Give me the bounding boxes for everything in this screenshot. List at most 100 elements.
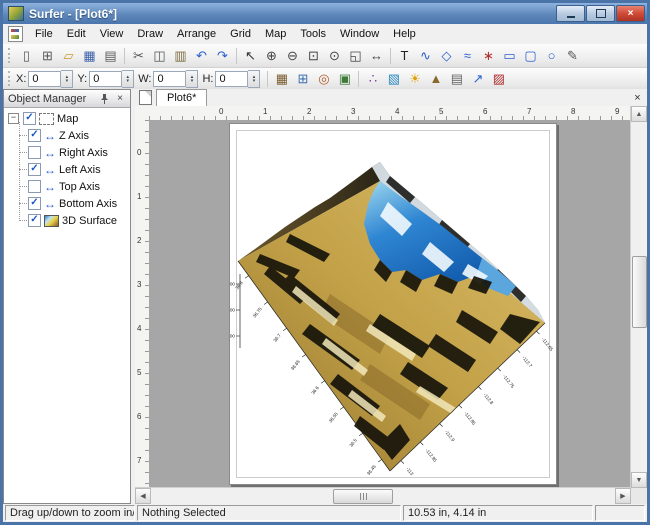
object-manager-header[interactable]: Object Manager ×	[4, 90, 130, 108]
new-contour-map-button[interactable]: ◎	[313, 69, 334, 89]
scroll-up-button[interactable]: ▲	[631, 106, 647, 122]
pin-icon[interactable]	[96, 91, 112, 106]
horizontal-scroll-thumb[interactable]	[333, 489, 393, 504]
new-3d-wireframe-button[interactable]: ▤	[446, 69, 467, 89]
plot-document-icon[interactable]	[8, 26, 23, 42]
visibility-checkbox[interactable]: ✓	[28, 197, 41, 210]
field-spinner[interactable]: ▴▾	[248, 70, 260, 88]
new-image-map-button[interactable]: ▨	[488, 69, 509, 89]
pan-button[interactable]: ↔	[366, 46, 387, 66]
menu-window[interactable]: Window	[333, 25, 386, 43]
scroll-right-button[interactable]: ▶	[615, 488, 631, 504]
zoom-in-button[interactable]: ⊕	[261, 46, 282, 66]
ellipse-button[interactable]: ○	[541, 46, 562, 66]
menu-help[interactable]: Help	[386, 25, 423, 43]
tree-item-3d-surface[interactable]: ✓ 3D Surface	[6, 212, 130, 229]
new-post-map-button[interactable]: ∴	[362, 69, 383, 89]
field-spinner[interactable]: ▴▾	[122, 70, 134, 88]
save-button[interactable]: ▦	[79, 46, 100, 66]
zoom-out-button[interactable]: ⊖	[282, 46, 303, 66]
new-base-map-button[interactable]: ▣	[334, 69, 355, 89]
new-plot-button[interactable]: ▯	[16, 46, 37, 66]
toolbar-grip[interactable]	[8, 48, 13, 63]
new-color-relief-map-button[interactable]: ▧	[383, 69, 404, 89]
new-3d-surface-button[interactable]: ▲	[425, 69, 446, 89]
open-button[interactable]: ▱	[58, 46, 79, 66]
tree-item-map[interactable]: −✓Map	[6, 110, 130, 127]
plot-canvas[interactable]: 36.836.7536.736.6536.636.5536.536.45-113…	[149, 120, 631, 488]
axis-tick-label: 36.55	[328, 411, 339, 423]
visibility-checkbox[interactable]	[28, 180, 41, 193]
tab-plot6[interactable]: Plot6*	[156, 89, 207, 106]
field-input[interactable]: 0	[215, 71, 248, 87]
visibility-checkbox[interactable]: ✓	[28, 163, 41, 176]
ruler-number: 5	[439, 107, 443, 116]
new-vector-map-button[interactable]: ↗	[467, 69, 488, 89]
panel-close-button[interactable]: ×	[112, 91, 128, 106]
visibility-checkbox[interactable]	[28, 146, 41, 159]
zoom-realtime-button[interactable]: ⊙	[324, 46, 345, 66]
reshape-button[interactable]: ✎	[562, 46, 583, 66]
symbol-button[interactable]: ∗	[478, 46, 499, 66]
maximize-button[interactable]	[586, 5, 615, 22]
menu-draw[interactable]: Draw	[130, 25, 170, 43]
toolbar-grip[interactable]	[8, 71, 13, 86]
menu-file[interactable]: File	[28, 25, 60, 43]
tree-item-right-axis[interactable]: ↔Right Axis	[6, 144, 130, 161]
menu-grid[interactable]: Grid	[223, 25, 258, 43]
document-close-button[interactable]: ×	[630, 91, 645, 105]
menu-edit[interactable]: Edit	[60, 25, 93, 43]
title-bar[interactable]: Surfer - [Plot6*] ×	[3, 3, 647, 24]
menu-map[interactable]: Map	[258, 25, 293, 43]
polyline-button[interactable]: ∿	[415, 46, 436, 66]
new-worksheet-button[interactable]: ⊞	[37, 46, 58, 66]
field-spinner[interactable]: ▴▾	[61, 70, 73, 88]
collapse-icon[interactable]: −	[8, 113, 19, 124]
copy-button[interactable]: ◫	[149, 46, 170, 66]
tree-item-label: 3D Surface	[62, 215, 117, 227]
undo-button[interactable]: ↶	[191, 46, 212, 66]
visibility-checkbox[interactable]: ✓	[23, 112, 36, 125]
print-button[interactable]: ▤	[100, 46, 121, 66]
minimize-button[interactable]	[556, 5, 585, 22]
scroll-left-button[interactable]: ◀	[135, 488, 151, 504]
tree-item-top-axis[interactable]: ↔Top Axis	[6, 178, 130, 195]
menu-view[interactable]: View	[93, 25, 131, 43]
grid-data-button[interactable]: ▦	[271, 69, 292, 89]
grid-node-editor-button[interactable]: ⊞	[292, 69, 313, 89]
tree-item-left-axis[interactable]: ✓↔Left Axis	[6, 161, 130, 178]
vertical-scrollbar[interactable]: ▲ ▼	[630, 106, 647, 488]
page[interactable]: 36.836.7536.736.6536.636.5536.536.45-113…	[229, 123, 557, 485]
tree-item-label: Bottom Axis	[59, 198, 117, 210]
tree-item-z-axis[interactable]: ✓↔Z Axis	[6, 127, 130, 144]
rounded-rectangle-button[interactable]: ▢	[520, 46, 541, 66]
close-button[interactable]: ×	[616, 5, 645, 22]
text-button[interactable]: T	[394, 46, 415, 66]
menu-arrange[interactable]: Arrange	[170, 25, 223, 43]
field-input[interactable]: 0	[89, 71, 122, 87]
cut-button[interactable]: ✂	[128, 46, 149, 66]
new-shaded-relief-map-button[interactable]: ☀	[404, 69, 425, 89]
field-input[interactable]: 0	[28, 71, 61, 87]
visibility-checkbox[interactable]: ✓	[28, 214, 41, 227]
field-spinner[interactable]: ▴▾	[186, 70, 198, 88]
status-selection: Nothing Selected	[137, 505, 401, 521]
horizontal-scrollbar[interactable]: ◀ ▶	[135, 487, 631, 504]
redo-button[interactable]: ↷	[212, 46, 233, 66]
plot-page-icon	[139, 90, 152, 105]
paste-button[interactable]: ▥	[170, 46, 191, 66]
zoom-rectangle-button[interactable]: ⊡	[303, 46, 324, 66]
3d-surface-map[interactable]: 36.836.7536.736.6536.636.5536.536.45-113…	[230, 124, 556, 484]
polygon-button[interactable]: ◇	[436, 46, 457, 66]
spline-button[interactable]: ≈	[457, 46, 478, 66]
pointer-button[interactable]: ↖	[240, 46, 261, 66]
visibility-checkbox[interactable]: ✓	[28, 129, 41, 142]
axis-icon: ↔	[44, 165, 56, 175]
tree-item-bottom-axis[interactable]: ✓↔Bottom Axis	[6, 195, 130, 212]
field-input[interactable]: 0	[153, 71, 186, 87]
vertical-scroll-thumb[interactable]	[632, 256, 647, 328]
rectangle-button[interactable]: ▭	[499, 46, 520, 66]
menu-tools[interactable]: Tools	[293, 25, 333, 43]
scroll-down-button[interactable]: ▼	[631, 472, 647, 488]
zoom-page-button[interactable]: ◱	[345, 46, 366, 66]
